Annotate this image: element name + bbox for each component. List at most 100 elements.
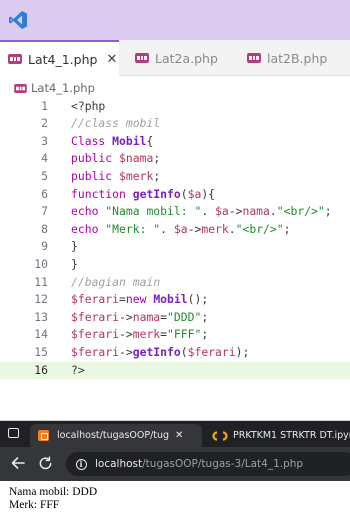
code-token: //bagian main bbox=[71, 274, 161, 289]
browser-tab-colab[interactable]: PRKTKM1 STRKTR DT.ipyn bbox=[208, 424, 350, 447]
code-text[interactable]: $ferari=new Mobil(); bbox=[71, 291, 208, 309]
code-token: = bbox=[160, 327, 168, 342]
code-token: ( bbox=[180, 344, 188, 359]
code-token: . bbox=[269, 204, 277, 219]
php-file-icon bbox=[8, 54, 22, 64]
code-text[interactable]: public $merk; bbox=[71, 168, 160, 186]
code-line[interactable]: 11 //bagian main bbox=[0, 274, 350, 292]
code-token: "Merk: " bbox=[105, 221, 161, 236]
code-line[interactable]: 6 function getInfo($a){ bbox=[0, 186, 350, 204]
code-line[interactable]: 15 $ferari->getInfo($ferari); bbox=[0, 344, 350, 362]
code-token: ; bbox=[201, 309, 209, 324]
line-number: 11 bbox=[34, 274, 48, 289]
code-text[interactable]: ?> bbox=[71, 362, 85, 380]
code-line[interactable]: 7 echo "Nama mobil: ". $a->nama."<br/>"; bbox=[0, 203, 350, 221]
tab-lat4-1[interactable]: Lat4_1.php ✕ bbox=[0, 40, 119, 76]
code-text[interactable]: echo "Merk: ". $a->merk."<br/>"; bbox=[71, 221, 291, 239]
breadcrumb[interactable]: Lat4_1.php bbox=[14, 79, 95, 97]
line-number: 7 bbox=[41, 204, 48, 219]
tab-label: lat2B.php bbox=[267, 50, 328, 66]
code-token: getInfo bbox=[132, 344, 181, 359]
code-token: $merk bbox=[119, 168, 154, 183]
line-number: 12 bbox=[34, 292, 48, 307]
code-text[interactable]: $ferari->merk="FFF"; bbox=[71, 326, 208, 344]
code-token: ; bbox=[153, 168, 161, 183]
code-token: echo bbox=[71, 221, 106, 236]
close-tab-icon[interactable]: ✕ bbox=[175, 430, 183, 441]
code-token: echo bbox=[71, 204, 106, 219]
reload-icon[interactable] bbox=[38, 456, 53, 471]
php-file-icon bbox=[247, 53, 261, 63]
code-token: public bbox=[71, 168, 120, 183]
code-token: $ferari bbox=[71, 292, 120, 307]
code-token: "Nama mobil: " bbox=[105, 204, 202, 219]
line-number: 5 bbox=[41, 168, 48, 183]
line-number: 6 bbox=[41, 186, 48, 201]
code-token: -> bbox=[228, 204, 243, 219]
code-token: public bbox=[71, 151, 120, 166]
code-text[interactable]: } bbox=[71, 256, 78, 274]
code-text[interactable]: $ferari->getInfo($ferari); bbox=[71, 344, 249, 362]
code-line[interactable]: 1 <?php bbox=[0, 98, 350, 116]
output-line-nama: Nama mobil: DDD bbox=[9, 486, 98, 498]
code-text[interactable]: } bbox=[71, 238, 78, 256]
code-text[interactable]: $ferari->nama="DDD"; bbox=[71, 309, 208, 327]
code-line[interactable]: 2 //class mobil bbox=[0, 115, 350, 133]
php-file-icon bbox=[135, 53, 149, 63]
code-line[interactable]: 12 $ferari=new Mobil(); bbox=[0, 291, 350, 309]
code-text[interactable]: //class mobil bbox=[71, 115, 160, 133]
line-number: 3 bbox=[41, 133, 48, 148]
tab-lat2a[interactable]: Lat2a.php bbox=[135, 40, 235, 76]
code-token: } bbox=[71, 256, 78, 271]
code-token: = bbox=[160, 309, 168, 324]
code-token: ; bbox=[153, 151, 161, 166]
code-token: ); bbox=[235, 344, 250, 359]
code-token: $a bbox=[215, 204, 229, 219]
code-text[interactable]: <?php bbox=[71, 98, 105, 116]
code-text[interactable]: Class Mobil{ bbox=[71, 133, 153, 151]
close-tab-icon[interactable]: ✕ bbox=[106, 52, 117, 67]
code-token: -> bbox=[119, 327, 133, 342]
tab-lat2b[interactable]: lat2B.php bbox=[247, 40, 350, 76]
code-token: "<br/>" bbox=[235, 221, 284, 236]
code-text[interactable]: function getInfo($a){ bbox=[71, 186, 215, 204]
line-number: 16 bbox=[34, 362, 48, 377]
code-token: $nama bbox=[119, 151, 154, 166]
tab-label: Lat4_1.php bbox=[28, 51, 98, 67]
web-page-content: Nama mobil: DDD Merk: FFF bbox=[0, 481, 350, 512]
code-text[interactable]: echo "Nama mobil: ". $a->nama."<br/>"; bbox=[71, 203, 332, 221]
code-token: -> bbox=[187, 221, 202, 236]
back-arrow-icon[interactable] bbox=[10, 455, 26, 471]
code-line[interactable]: 9} bbox=[0, 238, 350, 256]
browser-tab-localhost[interactable]: localhost/tugasOOP/tugas- ✕ bbox=[30, 424, 202, 447]
site-info-icon[interactable] bbox=[76, 458, 87, 470]
line-number: 1 bbox=[41, 98, 48, 113]
code-line[interactable]: 14 $ferari->merk="FFF"; bbox=[0, 326, 350, 344]
code-token: function bbox=[71, 186, 133, 201]
browser-tab-title: localhost/tugasOOP/tugas- bbox=[57, 430, 169, 441]
code-text[interactable]: //bagian main bbox=[71, 274, 160, 292]
code-token: ; bbox=[201, 327, 209, 342]
code-editor[interactable]: 1 <?php 2//class mobil 3 Class Mobil{4 public… bbox=[0, 97, 350, 402]
code-token: . bbox=[228, 221, 236, 236]
url-path: /tugasOOP/tugas-3/Lat4_1.php bbox=[142, 458, 304, 470]
code-line[interactable]: 13 $ferari->nama="DDD"; bbox=[0, 309, 350, 327]
code-line[interactable]: 5 public $merk; bbox=[0, 168, 350, 186]
code-text[interactable]: public $nama; bbox=[71, 150, 160, 168]
code-token: ?> bbox=[71, 362, 85, 377]
code-token: Class bbox=[71, 133, 113, 148]
code-token: merk bbox=[201, 221, 229, 236]
editor-empty-area bbox=[0, 402, 350, 421]
code-token: Mobil bbox=[153, 292, 188, 307]
breadcrumb-file[interactable]: Lat4_1.php bbox=[31, 81, 95, 95]
visual-studio-code-icon[interactable] bbox=[8, 10, 28, 30]
code-line[interactable]: 16 ?> bbox=[0, 361, 350, 380]
code-line[interactable]: 4 public $nama; bbox=[0, 150, 350, 168]
url-host: localhost bbox=[95, 458, 143, 470]
code-line[interactable]: 8 echo "Merk: ". $a->merk."<br/>"; bbox=[0, 221, 350, 239]
tab-actions-icon[interactable] bbox=[8, 428, 19, 438]
address-bar[interactable]: localhost/tugasOOP/tugas-3/Lat4_1.php bbox=[66, 452, 350, 476]
code-line[interactable]: 3 Class Mobil{ bbox=[0, 133, 350, 151]
code-token: $ferari bbox=[71, 344, 120, 359]
code-line[interactable]: 10} bbox=[0, 256, 350, 274]
